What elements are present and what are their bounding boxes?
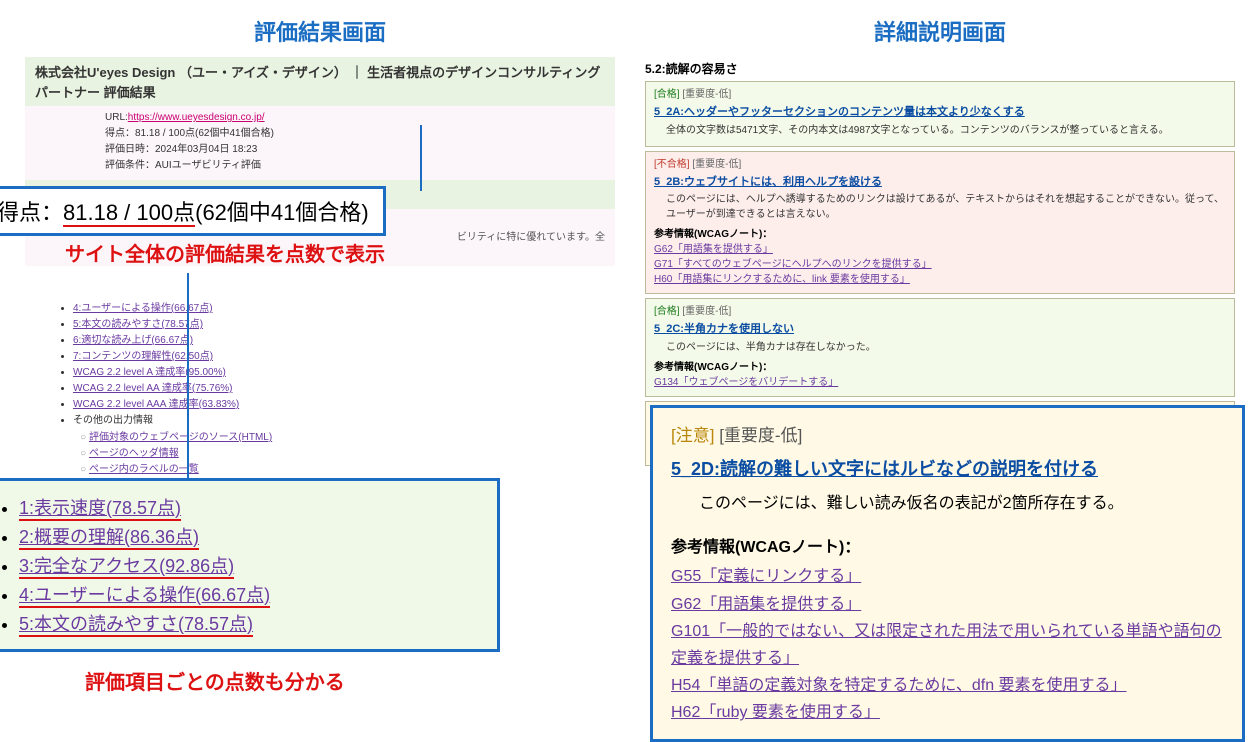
toc-sub-link[interactable]: ページのヘッダ情報 [89, 448, 179, 459]
rule-link[interactable]: 5_2A:ヘッダーやフッターセクションのコンテンツ量は本文より少なくする [654, 106, 1025, 118]
rule-link[interactable]: 5_2D:読解の難しい文字にはルビなどの説明を付ける [671, 459, 1098, 479]
toc-sub-link[interactable]: ページ内のラベルの一覧 [89, 464, 199, 475]
ref-heading: 参考情報(WCAGノート)： [654, 227, 1226, 242]
toc-link[interactable]: 6:適切な読み上げ(66.67点) [73, 335, 193, 346]
ref-link[interactable]: G134「ウェブページをバリデートする」 [654, 377, 838, 388]
rule-box-pass: [合格] [重要度-低] 5_2C:半角カナを使用しない このページには、半角カ… [645, 298, 1235, 397]
section-heading: 5.2:読解の容易さ [645, 57, 1235, 81]
ref-link[interactable]: H62「ruby 要素を使用する」 [671, 699, 1224, 726]
importance-badge: [重要度-低] [682, 306, 731, 317]
date-meta: 評価日時：2024年03月04日 18:23 [105, 142, 605, 158]
rule-box-pass: [合格] [重要度-低] 5_2A:ヘッダーやフッターセクションのコンテンツ量は… [645, 81, 1235, 147]
importance-badge: [重要度-低] [719, 426, 802, 445]
toc-sub-link[interactable]: 評価対象のウェブページのソース(HTML) [89, 432, 272, 443]
score-label: 得点： [0, 200, 63, 225]
cond-meta: 評価条件：AUIユーザビリティ評価 [105, 158, 605, 174]
score-suffix: (62個中41個合格) [195, 200, 369, 225]
importance-badge: [重要度-低] [692, 159, 741, 170]
ref-heading: 参考情報(WCAGノート)： [671, 533, 1224, 563]
toc-link[interactable]: WCAG 2.2 level AA 達成率(75.76%) [73, 383, 233, 394]
right-column-title: 詳細説明画面 [645, 15, 1235, 47]
url-label: URL: [105, 112, 128, 123]
ref-link[interactable]: H54「単語の定義対象を特定するために、dfn 要素を使用する」 [671, 672, 1224, 699]
evaluation-result-panel: 株式会社U'eyes Design （ユー・アイズ・デザイン） ｜ 生活者視点の… [25, 57, 615, 547]
rule-desc: 全体の文字数は5471文字、その内本文は4987文字となっている。コンテンツのバ… [654, 121, 1226, 140]
status-badge: [注意] [671, 426, 714, 445]
ref-link[interactable]: H60「用語集にリンクするために、link 要素を使用する」 [654, 274, 910, 285]
annotation-score: サイト全体の評価結果を点数で表示 [65, 238, 385, 267]
toc-link[interactable]: 5:本文の読みやすさ(78.57点) [73, 319, 203, 330]
ref-heading: 参考情報(WCAGノート)： [654, 360, 1226, 375]
ref-link[interactable]: G101「一般的ではない、又は限定された用法で用いられている単語や語句の定義を提… [671, 618, 1224, 672]
status-badge: [合格] [654, 306, 680, 317]
toc-link[interactable]: WCAG 2.2 level AAA 達成率(63.83%) [73, 399, 239, 410]
url-link[interactable]: https://www.ueyesdesign.co.jp/ [128, 112, 265, 123]
rule-link[interactable]: 5_2C:半角カナを使用しない [654, 323, 794, 335]
rule-desc: このページには、半角カナは存在しなかった。 [654, 338, 1226, 357]
toc-link[interactable]: 4:ユーザーによる操作(66.67点) [73, 303, 213, 314]
rule-link[interactable]: 5_2B:ウェブサイトには、利用ヘルプを設ける [654, 176, 882, 188]
score-value: 81.18 / 100点 [63, 200, 195, 227]
toc-link[interactable]: WCAG 2.2 level A 達成率(95.00%) [73, 367, 226, 378]
score-callout: 得点：81.18 / 100点(62個中41個合格) [0, 186, 386, 236]
detail-callout: [注意] [重要度-低] 5_2D:読解の難しい文字にはルビなどの説明を付ける … [650, 405, 1245, 742]
ref-link[interactable]: G55「定義にリンクする」 [671, 563, 1224, 590]
site-title: 株式会社U'eyes Design （ユー・アイズ・デザイン） ｜ 生活者視点の… [35, 63, 605, 102]
score-meta: 得点：81.18 / 100点(62個中41個合格) [105, 126, 605, 142]
rule-desc: このページには、難しい読み仮名の表記が2箇所存在する。 [671, 487, 1224, 533]
category-link[interactable]: 2:概要の理解(86.36点) [19, 527, 199, 550]
ref-link[interactable]: G71「すべてのウェブページにヘルプへのリンクを提供する」 [654, 259, 932, 270]
status-badge: [不合格] [654, 159, 690, 170]
toc-link[interactable]: 7:コンテンツの理解性(62.50点) [73, 351, 213, 362]
category-link[interactable]: 3:完全なアクセス(92.86点) [19, 556, 234, 579]
connector-line [187, 273, 189, 483]
category-link[interactable]: 5:本文の読みやすさ(78.57点) [19, 614, 253, 637]
left-column-title: 評価結果画面 [25, 15, 615, 47]
category-link[interactable]: 4:ユーザーによる操作(66.67点) [19, 585, 270, 608]
rule-box-fail: [不合格] [重要度-低] 5_2B:ウェブサイトには、利用ヘルプを設ける この… [645, 151, 1235, 295]
category-callout: 1:表示速度(78.57点) 2:概要の理解(86.36点) 3:完全なアクセス… [0, 478, 500, 652]
toc-other-head: その他の出力情報 [73, 415, 153, 426]
ref-link[interactable]: G62「用語集を提供する」 [671, 591, 1224, 618]
annotation-categories: 評価項目ごとの点数も分かる [85, 666, 345, 695]
status-badge: [合格] [654, 89, 680, 100]
category-link[interactable]: 1:表示速度(78.57点) [19, 498, 181, 521]
ref-link[interactable]: G62「用語集を提供する」 [654, 244, 773, 255]
connector-line [420, 125, 422, 191]
importance-badge: [重要度-低] [682, 89, 731, 100]
rule-desc: このページには、ヘルプへ誘導するためのリンクは設けてあるが、テキストからはそれを… [654, 190, 1226, 224]
meta-block: URL:https://www.ueyesdesign.co.jp/ 得点：81… [25, 106, 615, 180]
